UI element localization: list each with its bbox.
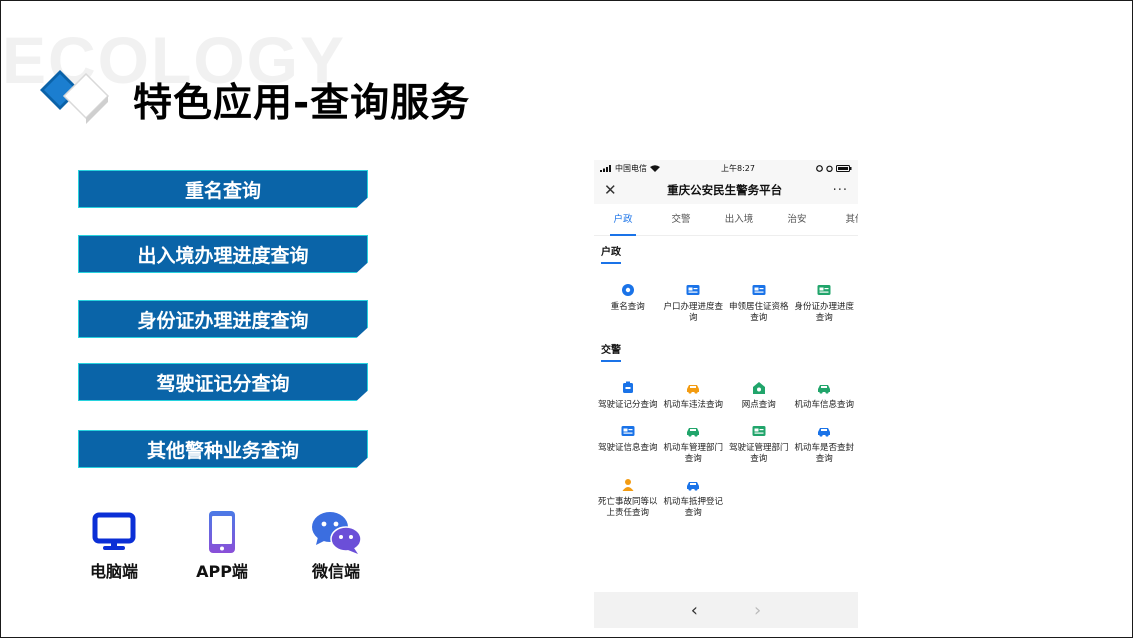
- section-title-traffic: 交警: [594, 340, 858, 362]
- forward-arrow-icon[interactable]: ›: [754, 600, 761, 621]
- service-item[interactable]: 机动车是否查封查询: [792, 423, 858, 465]
- license-score-button[interactable]: 驾驶证记分查询: [78, 363, 368, 401]
- phone-nav-bar: ✕ 重庆公安民生警务平台 ···: [594, 176, 858, 204]
- car-info-icon: [792, 380, 858, 396]
- household-card-icon: [661, 282, 727, 298]
- service-item-label: 驾驶证记分查询: [598, 400, 658, 410]
- license-info-icon: [595, 423, 661, 439]
- service-item-label: 机动车管理部门查询: [663, 443, 724, 464]
- tab-other[interactable]: 其他: [826, 204, 858, 236]
- service-item-label: 网点查询: [741, 400, 776, 410]
- service-item-label: 申领居住证资格查询: [729, 302, 789, 323]
- service-item[interactable]: 驾驶证记分查询: [595, 380, 661, 411]
- residence-card-icon: [726, 282, 792, 298]
- section-title-household: 户政: [594, 242, 858, 264]
- service-item[interactable]: 网点查询: [726, 380, 792, 411]
- id-card-icon: [792, 282, 858, 298]
- platform-pc: 电脑端: [69, 508, 159, 582]
- platform-wechat: 微信端: [291, 508, 381, 582]
- branch-location-icon: [726, 380, 792, 396]
- phone-screenshot: 中国电信 上午8:27 ✕ 重庆公安民生警务平台 ··· 户政 交警 出入境 治…: [594, 160, 858, 628]
- car-dept-icon: [661, 423, 727, 439]
- service-item-label: 身份证办理进度查询: [794, 302, 855, 323]
- service-item-label: 重名查询: [610, 302, 645, 312]
- name-search-button[interactable]: 重名查询: [78, 170, 368, 208]
- more-icon[interactable]: ···: [833, 183, 848, 198]
- service-item[interactable]: 身份证办理进度查询: [792, 282, 858, 324]
- platform-label: 微信端: [311, 562, 360, 581]
- service-item[interactable]: 重名查询: [595, 282, 661, 324]
- platform-app: APP端: [177, 508, 267, 582]
- service-item-label: 死亡事故同等以上责任查询: [598, 497, 658, 518]
- service-item[interactable]: 申领居住证资格查询: [726, 282, 792, 324]
- service-item[interactable]: 驾驶证管理部门查询: [726, 423, 792, 465]
- household-service-grid: 重名查询 户口办理进度查询 申领居住证资格查询 身份证办理进度查询: [594, 282, 858, 330]
- phone-bottom-bar: ‹ ›: [594, 592, 858, 628]
- service-item[interactable]: 死亡事故同等以上责任查询: [595, 477, 661, 519]
- car-mortgage-icon: [661, 477, 727, 493]
- service-item[interactable]: 机动车信息查询: [792, 380, 858, 411]
- clock-label: 上午8:27: [721, 163, 755, 173]
- exit-entry-progress-button[interactable]: 出入境办理进度查询: [78, 235, 368, 273]
- license-dept-icon: [726, 423, 792, 439]
- platform-label: 电脑端: [89, 562, 138, 581]
- car-seal-icon: [792, 423, 858, 439]
- service-item-label: 驾驶证管理部门查询: [729, 443, 789, 464]
- service-item[interactable]: 机动车管理部门查询: [661, 423, 727, 465]
- signal-icon: [600, 164, 611, 172]
- service-item-label: 机动车信息查询: [794, 400, 855, 410]
- page-title: 特色应用-查询服务: [133, 81, 471, 126]
- service-item-label: 驾驶证信息查询: [598, 443, 658, 453]
- category-tabs: 户政 交警 出入境 治安 其他: [594, 204, 858, 236]
- service-item-label: 机动车抵押登记查询: [663, 497, 724, 518]
- wechat-icon: [312, 512, 362, 554]
- service-item[interactable]: 户口办理进度查询: [661, 282, 727, 324]
- location-icon: [816, 164, 823, 172]
- tab-traffic[interactable]: 交警: [652, 204, 710, 236]
- license-score-icon: [595, 380, 661, 396]
- service-item[interactable]: 驾驶证信息查询: [595, 423, 661, 465]
- service-item-label: 机动车是否查封查询: [794, 443, 855, 464]
- alarm-icon: [826, 165, 833, 172]
- service-item-label: 机动车违法查询: [663, 400, 724, 410]
- status-bar: 中国电信 上午8:27: [594, 160, 858, 176]
- other-police-button[interactable]: 其他警种业务查询: [78, 430, 368, 468]
- mobile-phone-icon: [209, 511, 235, 553]
- name-search-icon: [595, 282, 661, 298]
- service-item-label: 户口办理进度查询: [663, 302, 724, 323]
- phone-page-title: 重庆公安民生警务平台: [667, 183, 783, 197]
- platform-label: APP端: [196, 562, 248, 581]
- tab-household[interactable]: 户政: [594, 204, 652, 236]
- service-item[interactable]: 机动车违法查询: [661, 380, 727, 411]
- carrier-label: 中国电信: [615, 163, 647, 173]
- service-item[interactable]: 机动车抵押登记查询: [661, 477, 727, 519]
- back-arrow-icon[interactable]: ‹: [691, 600, 698, 621]
- monitor-icon: [92, 512, 136, 550]
- accident-icon: [595, 477, 661, 493]
- close-icon[interactable]: ✕: [604, 181, 617, 199]
- wifi-icon: [650, 164, 660, 172]
- tab-exit-entry[interactable]: 出入境: [710, 204, 768, 236]
- traffic-service-grid: 驾驶证记分查询 机动车违法查询 网点查询 机动车信息查询驾驶证信息查询 机动车管理部门查…: [594, 380, 858, 531]
- id-card-progress-button[interactable]: 身份证办理进度查询: [78, 300, 368, 338]
- car-violation-icon: [661, 380, 727, 396]
- tab-public-security[interactable]: 治安: [768, 204, 826, 236]
- logo-icon: [40, 70, 110, 124]
- battery-icon: [836, 164, 852, 172]
